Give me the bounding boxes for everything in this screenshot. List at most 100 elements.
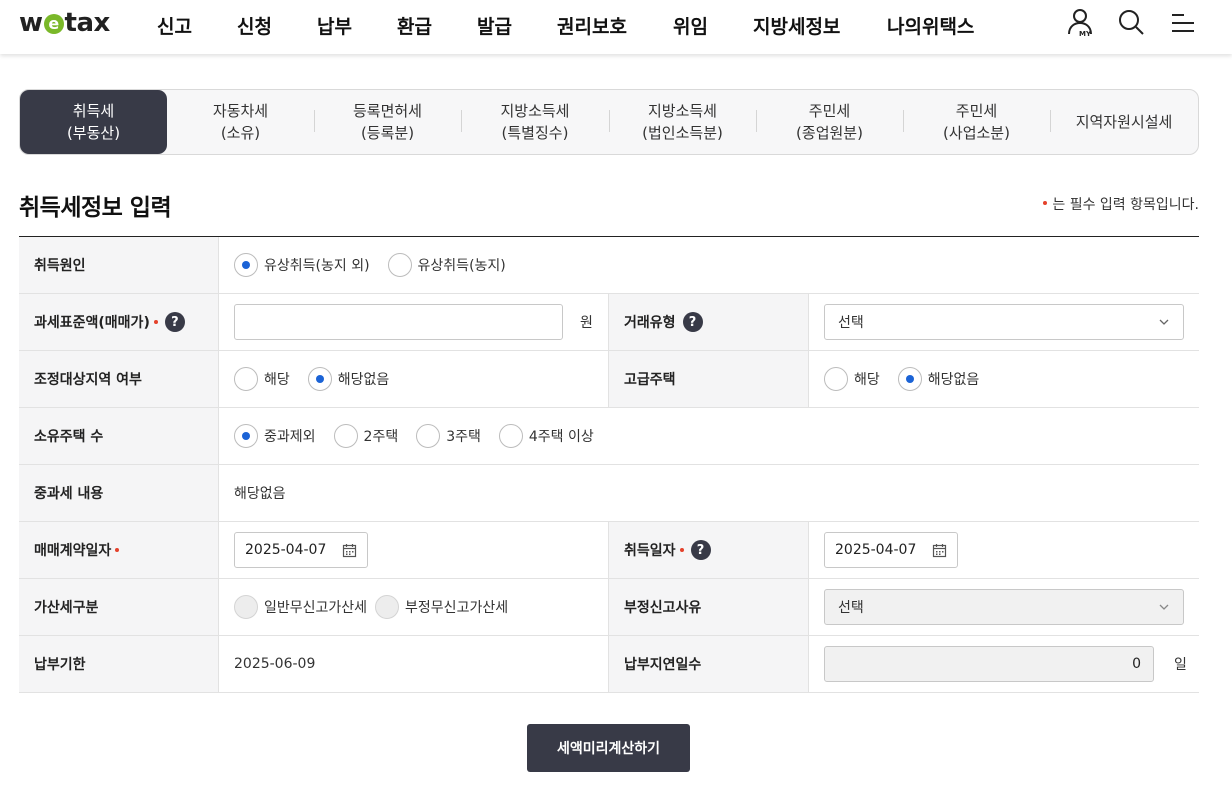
radio-penalty-fraud[interactable]: 부정무신고가산세 bbox=[375, 595, 508, 619]
radio-luxury-yes[interactable]: 해당 bbox=[824, 367, 880, 391]
form-row: 조정대상지역 여부 해당 해당없음 고급주택 해당 해당없음 bbox=[19, 351, 1199, 408]
nav-payment[interactable]: 납부 bbox=[317, 12, 352, 38]
help-icon[interactable]: ? bbox=[682, 312, 703, 332]
menu-icon[interactable] bbox=[1169, 8, 1201, 42]
row-label: 부정신고사유 bbox=[609, 579, 808, 635]
help-icon[interactable]: ? bbox=[690, 540, 711, 560]
trade-type-label: 거래유형 bbox=[624, 315, 676, 331]
tab-resident-employee[interactable]: 주민세 (종업원분) bbox=[756, 90, 903, 154]
cell-divider bbox=[218, 294, 219, 350]
cell-divider bbox=[808, 636, 809, 692]
nav-my-wetax[interactable]: 나의위택스 bbox=[887, 12, 974, 38]
required-dot-icon bbox=[115, 548, 120, 552]
tab-regional-resource-tax[interactable]: 지역자원시설세 bbox=[1050, 90, 1198, 154]
fraud-reason-select[interactable]: 선택 bbox=[824, 589, 1184, 625]
row-label: 거래유형? bbox=[609, 294, 808, 350]
radio-label: 중과제외 bbox=[264, 429, 316, 445]
radio-disabled-icon bbox=[234, 595, 258, 619]
cell-divider bbox=[218, 522, 219, 578]
nav-tax-info[interactable]: 지방세정보 bbox=[753, 12, 840, 38]
cell-divider bbox=[808, 294, 809, 350]
wetax-logo[interactable]: w e tax bbox=[19, 8, 110, 38]
tab-acquisition-tax[interactable]: 취득세 (부동산) bbox=[20, 90, 167, 154]
required-note: 는 필수 입력 항목입니다. bbox=[1043, 194, 1199, 214]
nav-report[interactable]: 신고 bbox=[157, 12, 192, 38]
form-row: 취득원인 유상취득(농지 외) 유상취득(농지) bbox=[19, 237, 1199, 294]
acq-date-input[interactable]: 2025-04-07 bbox=[824, 532, 958, 568]
top-header: w e tax 신고 신청 납부 환급 발급 권리보호 위임 지방세정보 나의위택스… bbox=[0, 0, 1232, 54]
radio-penalty-general[interactable]: 일반무신고가산세 bbox=[234, 595, 367, 619]
radio-luxury-no[interactable]: 해당없음 bbox=[897, 367, 980, 391]
radio-disabled-icon bbox=[375, 595, 400, 619]
radio-house-excluded[interactable]: 중과제외 bbox=[234, 424, 316, 448]
radio-adjust-no[interactable]: 해당없음 bbox=[307, 367, 389, 391]
logo-suffix: tax bbox=[64, 8, 111, 38]
nav-rights[interactable]: 권리보호 bbox=[557, 12, 627, 38]
radio-checked-icon bbox=[234, 424, 258, 448]
tab-vehicle-tax[interactable]: 자동차세 (소유) bbox=[167, 90, 314, 154]
radio-unchecked-icon bbox=[498, 424, 523, 448]
row-label: 조정대상지역 여부 bbox=[19, 351, 218, 407]
form-row: 소유주택 수 중과제외 2주택 3주택 4주택 이상 bbox=[19, 408, 1199, 465]
cell-divider bbox=[808, 351, 809, 407]
required-dot-icon bbox=[679, 548, 684, 552]
contract-date-input[interactable]: 2025-04-07 bbox=[234, 532, 368, 568]
cell-divider bbox=[218, 237, 219, 293]
acq-cause-options: 유상취득(농지 외) 유상취득(농지) bbox=[234, 237, 524, 293]
help-icon[interactable]: ? bbox=[164, 312, 185, 332]
cell-divider bbox=[218, 408, 219, 464]
radio-checked-icon bbox=[307, 367, 332, 391]
tab-local-income-withholding[interactable]: 지방소득세 (특별징수) bbox=[461, 90, 609, 154]
row-label: 납부기한 bbox=[19, 636, 218, 692]
calendar-icon[interactable] bbox=[342, 543, 357, 558]
select-value: 선택 bbox=[838, 315, 864, 331]
my-user-icon[interactable]: MY bbox=[1066, 8, 1098, 42]
form-row: 과세표준액(매매가)? 원 거래유형? 선택 bbox=[19, 294, 1199, 351]
radio-label: 부정무신고가산세 bbox=[405, 600, 509, 616]
required-note-text: 는 필수 입력 항목입니다. bbox=[1052, 197, 1199, 213]
row-label: 중과세 내용 bbox=[19, 465, 218, 521]
tab-registration-tax[interactable]: 등록면허세 (등록분) bbox=[314, 90, 461, 154]
row-label: 매매계약일자 bbox=[19, 522, 218, 578]
radio-label: 해당 bbox=[854, 372, 880, 388]
calculate-tax-button[interactable]: 세액미리계산하기 bbox=[527, 724, 690, 772]
radio-acq-nonfarm[interactable]: 유상취득(농지 외) bbox=[234, 253, 370, 277]
won-unit: 원 bbox=[580, 315, 593, 331]
page-title: 취득세정보 입력 bbox=[19, 195, 172, 221]
adjust-area-options: 해당 해당없음 bbox=[234, 351, 407, 407]
nav-apply[interactable]: 신청 bbox=[237, 12, 272, 38]
row-label: 취득원인 bbox=[19, 237, 218, 293]
radio-unchecked-icon bbox=[824, 367, 848, 391]
radio-label: 유상취득(농지 외) bbox=[264, 258, 370, 274]
tab-local-income-corporate[interactable]: 지방소득세 (법인소득분) bbox=[609, 90, 756, 154]
calendar-icon[interactable] bbox=[932, 543, 947, 558]
trade-type-select[interactable]: 선택 bbox=[824, 304, 1184, 340]
nav-refund[interactable]: 환급 bbox=[397, 12, 432, 38]
tax-base-input[interactable] bbox=[234, 304, 563, 340]
radio-label: 3주택 bbox=[446, 429, 481, 445]
radio-unchecked-icon bbox=[234, 367, 258, 391]
delay-days-cell: 0 일 bbox=[824, 636, 1187, 692]
radio-unchecked-icon bbox=[416, 424, 441, 448]
select-value: 선택 bbox=[838, 600, 864, 616]
row-label: 과세표준액(매매가)? bbox=[19, 294, 218, 350]
delay-days-field: 0 bbox=[824, 646, 1154, 682]
radio-acq-farm[interactable]: 유상취득(농지) bbox=[387, 253, 506, 277]
nav-delegation[interactable]: 위임 bbox=[673, 12, 708, 38]
radio-label: 해당없음 bbox=[927, 372, 980, 388]
required-dot-icon bbox=[153, 320, 158, 324]
date-value: 2025-04-07 bbox=[835, 542, 917, 558]
row-label: 취득일자? bbox=[609, 522, 808, 578]
radio-house-4plus[interactable]: 4주택 이상 bbox=[498, 424, 594, 448]
radio-house-2[interactable]: 2주택 bbox=[333, 424, 399, 448]
radio-label: 4주택 이상 bbox=[528, 429, 594, 445]
acquisition-tax-form: 취득원인 유상취득(농지 외) 유상취득(농지) 과세표준액(매매가)? 원 거… bbox=[19, 236, 1199, 693]
tab-resident-business[interactable]: 주민세 (사업소분) bbox=[903, 90, 1050, 154]
radio-house-3[interactable]: 3주택 bbox=[416, 424, 481, 448]
nav-issue[interactable]: 발급 bbox=[477, 12, 512, 38]
form-row: 납부기한 2025-06-09 납부지연일수 0 일 bbox=[19, 636, 1199, 693]
form-row: 중과세 내용 해당없음 bbox=[19, 465, 1199, 522]
radio-label: 2주택 bbox=[363, 429, 399, 445]
search-icon[interactable] bbox=[1117, 8, 1149, 42]
radio-adjust-yes[interactable]: 해당 bbox=[234, 367, 290, 391]
